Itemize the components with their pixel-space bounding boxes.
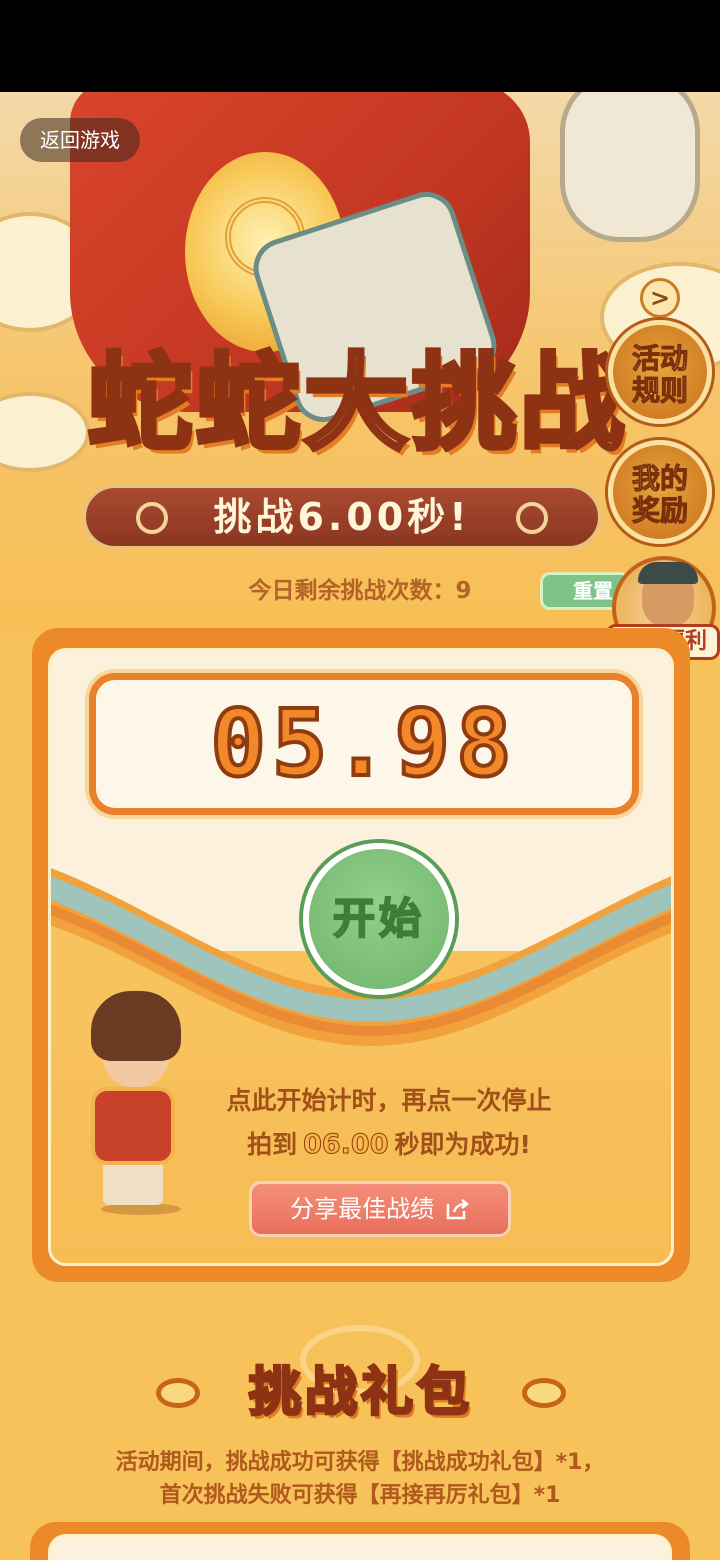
back-to-game-button[interactable]: 返回游戏 — [20, 118, 140, 162]
my-rewards-label: 我的 奖励 — [631, 462, 688, 527]
gift-description-line-1: 活动期间，挑战成功可获得【挑战成功礼包】*1， — [115, 1450, 605, 1475]
gift-card — [30, 1522, 690, 1560]
rules-label: 活动 规则 — [631, 342, 688, 407]
share-label: 分享最佳战绩 — [290, 1195, 435, 1223]
expand-arrow-button[interactable]: > — [640, 278, 680, 318]
gift-card-inner — [48, 1534, 672, 1560]
gift-description: 活动期间，挑战成功可获得【挑战成功礼包】*1， 首次挑战失败可获得【再接再厉礼包… — [40, 1446, 680, 1512]
my-rewards-button[interactable]: 我的 奖励 — [608, 440, 712, 544]
start-button[interactable]: 开始 — [303, 843, 455, 995]
share-icon — [446, 1199, 469, 1220]
target-time: 06.00 — [303, 1129, 389, 1161]
event-title: 蛇蛇大挑战 — [85, 339, 628, 467]
status-bar — [0, 0, 720, 92]
snake-illustration — [560, 92, 700, 242]
share-best-score-button[interactable]: 分享最佳战绩 — [249, 1181, 511, 1237]
swirl-icon — [516, 502, 548, 534]
challenge-card: 05.98 开始 点此开始计时，再点一次停止 拍到 06.00 秒即为成功! 分享最… — [32, 628, 690, 1282]
remaining-attempts: 今日剩余挑战次数：9 — [248, 578, 472, 604]
challenge-card-inner: 05.98 开始 点此开始计时，再点一次停止 拍到 06.00 秒即为成功! 分享最… — [48, 648, 674, 1266]
gift-section-title: 挑战礼包 — [247, 1362, 473, 1425]
subtitle-banner: 挑战6.00秒! — [82, 484, 602, 550]
avatar-hat — [638, 562, 698, 584]
instruction-line-2: 拍到 06.00 秒即为成功! — [51, 1127, 671, 1163]
gift-section-header: 挑战礼包 — [156, 1358, 566, 1428]
cloud-curl-icon — [522, 1378, 566, 1408]
instruction-prefix: 拍到 — [247, 1130, 298, 1159]
rules-button[interactable]: 活动 规则 — [608, 320, 712, 424]
timer-display: 05.98 — [89, 673, 639, 815]
start-label: 开始 — [332, 893, 425, 944]
instruction-suffix: 秒即为成功! — [394, 1130, 531, 1159]
gift-description-line-2: 首次挑战失败可获得【再接再厉礼包】*1 — [159, 1483, 561, 1508]
timer-value: 05.98 — [209, 688, 518, 799]
instruction-line-1: 点此开始计时，再点一次停止 — [226, 1086, 552, 1115]
cloud-curl-icon — [156, 1378, 200, 1408]
